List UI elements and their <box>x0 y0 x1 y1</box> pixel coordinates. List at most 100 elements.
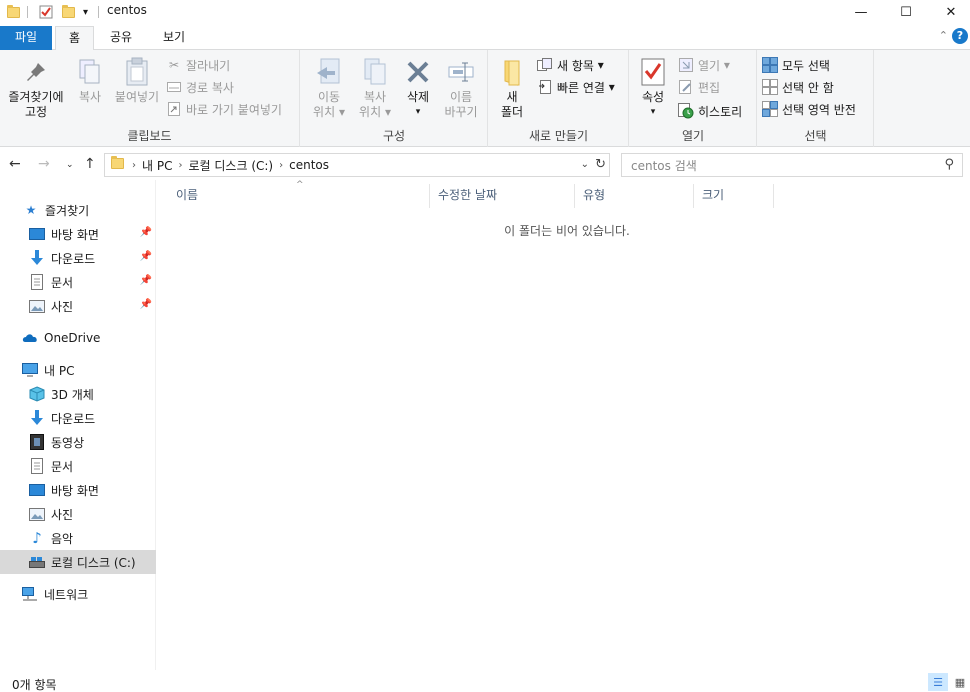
ribbon-collapse-icon[interactable]: ⌃ <box>939 29 948 42</box>
invert-selection-icon <box>762 101 778 117</box>
title-bar: ▾ centos — ☐ ✕ <box>0 0 970 24</box>
easy-access-icon <box>537 79 553 95</box>
large-icons-view-icon[interactable]: ▦ <box>950 673 970 691</box>
navigation-pane: ★ 즐겨찾기 바탕 화면 📌 다운로드 📌 문서 📌 사진 📌 OneDrive … <box>0 180 156 670</box>
select-none-icon <box>762 79 778 95</box>
address-dropdown-icon[interactable]: ⌄ <box>581 159 589 170</box>
nav-downloads[interactable]: 다운로드 📌 <box>0 246 156 270</box>
back-arrow-icon[interactable]: ← <box>9 156 21 172</box>
film-icon <box>29 434 45 450</box>
invert-selection-button[interactable]: 선택 영역 반전 <box>762 99 856 119</box>
nav-pc-pictures[interactable]: 사진 <box>0 502 156 526</box>
delete-button[interactable]: 삭제 ▾ <box>399 56 437 120</box>
edit-button[interactable]: 편집 <box>678 77 720 97</box>
new-folder-button[interactable]: 새 폴더 <box>495 56 529 120</box>
folder-icon <box>111 156 124 172</box>
address-bar[interactable]: › 내 PC › 로컬 디스크 (C:) › centos ⌄ ↻ <box>104 153 610 177</box>
breadcrumb-chevron-icon[interactable]: › <box>178 160 182 171</box>
move-to-button[interactable]: 이동 위치 ▾ <box>307 56 351 120</box>
column-header-name[interactable]: 이름 <box>168 184 430 208</box>
column-header-size[interactable]: 크기 <box>694 184 774 208</box>
details-view-icon[interactable]: ☰ <box>928 673 948 691</box>
nav-desktop[interactable]: 바탕 화면 📌 <box>0 222 156 246</box>
nav-3d-objects[interactable]: 3D 개체 <box>0 382 156 406</box>
nav-onedrive[interactable]: OneDrive <box>0 326 156 350</box>
breadcrumb-chevron-icon[interactable]: › <box>279 160 283 171</box>
nav-network[interactable]: 네트워크 <box>0 582 156 606</box>
new-item-icon <box>537 57 553 73</box>
nav-this-pc[interactable]: 내 PC <box>0 358 156 382</box>
forward-arrow-icon[interactable]: → <box>38 156 50 172</box>
pin-icon[interactable]: 📌 <box>140 227 152 238</box>
close-button[interactable]: ✕ <box>928 0 970 24</box>
minimize-button[interactable]: — <box>838 0 884 24</box>
star-icon: ★ <box>25 203 37 217</box>
nav-pc-documents[interactable]: 문서 <box>0 454 156 478</box>
history-icon <box>678 103 694 119</box>
breadcrumb-chevron-icon[interactable]: › <box>132 160 136 171</box>
select-all-button[interactable]: 모두 선택 <box>762 55 830 75</box>
column-header-date-modified[interactable]: 수정한 날짜 <box>430 184 575 208</box>
paste-icon <box>121 56 153 88</box>
delete-x-icon <box>402 56 434 88</box>
desktop-icon <box>29 482 45 498</box>
download-arrow-icon <box>29 410 45 426</box>
tab-file[interactable]: 파일 <box>0 26 52 50</box>
properties-button[interactable]: 속성 ▾ <box>636 56 670 120</box>
clipboard-group: 즐겨찾기에 고정 복사 붙여넣기 ✂ 잘라내기 경로 복사 바로 가기 붙여넣기 … <box>0 50 300 147</box>
navigation-row: ← → ⌄ ↑ › 내 PC › 로컬 디스크 (C:) › centos ⌄ … <box>0 152 970 178</box>
easy-access-button[interactable]: 빠른 연결 ▾ <box>537 77 615 97</box>
open-button[interactable]: 열기 ▾ <box>678 55 730 75</box>
search-input[interactable]: centos 검색 ⚲ <box>621 153 963 177</box>
pin-icon[interactable]: 📌 <box>140 251 152 262</box>
copy-path-button[interactable]: 경로 복사 <box>166 77 234 97</box>
nav-music[interactable]: ♪ 음악 <box>0 526 156 550</box>
tab-home[interactable]: 홈 <box>55 26 94 51</box>
pin-icon[interactable]: 📌 <box>140 299 152 310</box>
separator <box>27 3 28 21</box>
paste-shortcut-button[interactable]: 바로 가기 붙여넣기 <box>166 99 282 119</box>
paste-button[interactable]: 붙여넣기 <box>110 56 164 105</box>
properties-quick-icon[interactable] <box>39 3 53 21</box>
new-folder-quick-icon[interactable] <box>62 3 75 21</box>
pin-to-quick-access-button[interactable]: 즐겨찾기에 고정 <box>4 56 68 120</box>
new-item-button[interactable]: 새 항목 ▾ <box>537 55 604 75</box>
tab-view[interactable]: 보기 <box>152 26 196 50</box>
copy-to-button[interactable]: 복사 위치 ▾ <box>353 56 397 120</box>
nav-quick-access[interactable]: ★ 즐겨찾기 <box>0 198 156 222</box>
cut-button[interactable]: ✂ 잘라내기 <box>166 55 230 75</box>
select-all-icon <box>762 57 778 73</box>
nav-pictures[interactable]: 사진 📌 <box>0 294 156 318</box>
breadcrumb-centos[interactable]: centos <box>289 158 329 172</box>
recent-locations-chevron-icon[interactable]: ⌄ <box>66 160 74 170</box>
refresh-icon[interactable]: ↻ <box>595 157 606 172</box>
quick-access-dropdown-icon[interactable]: ▾ <box>83 3 88 21</box>
ribbon-tabs: 파일 홈 공유 보기 ⌃ ? <box>0 26 970 51</box>
drive-icon <box>29 554 45 570</box>
cloud-icon <box>22 330 38 346</box>
up-arrow-icon[interactable]: ↑ <box>84 156 96 172</box>
breadcrumb-this-pc[interactable]: 내 PC <box>142 157 172 174</box>
nav-pc-downloads[interactable]: 다운로드 <box>0 406 156 430</box>
nav-local-disk[interactable]: 로컬 디스크 (C:) <box>0 550 156 574</box>
select-group: 모두 선택 선택 안 함 선택 영역 반전 선택 <box>758 50 874 147</box>
ribbon: 즐겨찾기에 고정 복사 붙여넣기 ✂ 잘라내기 경로 복사 바로 가기 붙여넣기 … <box>0 50 970 147</box>
open-icon <box>678 57 694 73</box>
rename-button[interactable]: 이름 바꾸기 <box>439 56 483 120</box>
history-button[interactable]: 히스토리 <box>678 101 742 121</box>
desktop-icon <box>29 226 45 242</box>
tab-share[interactable]: 공유 <box>100 26 142 50</box>
nav-pc-desktop[interactable]: 바탕 화면 <box>0 478 156 502</box>
select-none-button[interactable]: 선택 안 함 <box>762 77 834 97</box>
help-icon[interactable]: ? <box>952 28 968 44</box>
move-to-icon <box>313 56 345 88</box>
maximize-button[interactable]: ☐ <box>883 0 929 24</box>
pin-icon[interactable]: 📌 <box>140 275 152 286</box>
copy-button[interactable]: 복사 <box>72 56 108 105</box>
nav-documents[interactable]: 문서 📌 <box>0 270 156 294</box>
column-header-type[interactable]: 유형 <box>575 184 694 208</box>
scissors-icon: ✂ <box>168 58 180 72</box>
nav-videos[interactable]: 동영상 <box>0 430 156 454</box>
breadcrumb-local-disk[interactable]: 로컬 디스크 (C:) <box>188 157 273 174</box>
clipboard-group-label: 클립보드 <box>127 129 172 143</box>
